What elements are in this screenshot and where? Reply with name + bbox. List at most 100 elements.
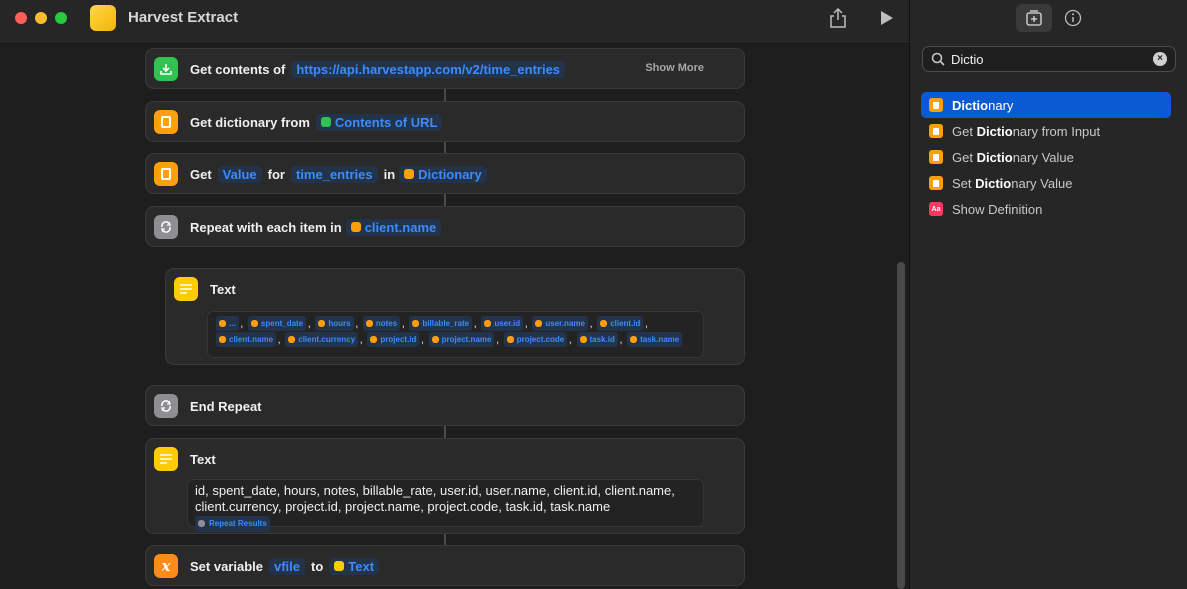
dictionary-icon xyxy=(318,320,326,327)
search-results-list: Dictionary Get Dictionary from Input Get D… xyxy=(921,92,1171,222)
dictionary-icon xyxy=(600,320,608,327)
flow-connector xyxy=(444,88,446,102)
input-variable-token[interactable]: Contents of URL xyxy=(315,113,443,131)
text-action-inside-repeat[interactable]: Text ..., spent_date, hours, notes, billable… xyxy=(165,268,745,365)
variable-chip-label: task.name xyxy=(640,335,680,344)
variable-chip[interactable]: client.name xyxy=(216,332,277,347)
dictionary-icon xyxy=(370,336,378,343)
vertical-scrollbar[interactable] xyxy=(897,262,905,589)
variable-chip-label: project.id xyxy=(380,335,417,344)
repeat-results-label: Repeat Results xyxy=(209,518,267,528)
minimize-window-button[interactable] xyxy=(35,12,47,24)
dictionary-icon xyxy=(154,110,178,134)
share-icon[interactable] xyxy=(829,8,847,28)
variable-chip[interactable]: billable_rate xyxy=(409,316,473,331)
separator: , xyxy=(278,336,281,345)
separator: , xyxy=(360,336,363,345)
action-label: Set variable xyxy=(190,558,263,574)
add-action-icon xyxy=(1026,10,1042,26)
text-line: client.currency, project.id, project.nam… xyxy=(195,499,611,514)
variable-chip[interactable]: task.name xyxy=(627,332,683,347)
search-result-item[interactable]: Get Dictionary Value xyxy=(921,144,1171,170)
search-result-label: Get Dictionary Value xyxy=(952,150,1074,165)
text-content-field[interactable]: id, spent_date, hours, notes, billable_r… xyxy=(187,479,704,532)
dictionary-icon xyxy=(929,124,943,138)
dictionary-icon xyxy=(404,169,415,179)
variable-chip[interactable]: ... xyxy=(216,316,239,331)
variable-chip[interactable]: user.name xyxy=(532,316,588,331)
shortcut-title[interactable]: Harvest Extract xyxy=(128,9,238,26)
dictionary-variable-token[interactable]: Dictionary xyxy=(399,165,487,183)
search-result-item[interactable]: Get Dictionary from Input xyxy=(921,118,1171,144)
dictionary-definition-icon: Aa xyxy=(929,202,943,216)
get-dictionary-value-action[interactable]: Get Value for time_entries in Dictionary xyxy=(145,153,745,194)
variable-value-token[interactable]: Text xyxy=(329,557,380,575)
action-label: Get contents of xyxy=(190,61,286,77)
run-play-icon[interactable] xyxy=(880,10,894,26)
value-type-parameter[interactable]: Value xyxy=(217,165,262,183)
text-action[interactable]: Text id, spent_date, hours, notes, billa… xyxy=(145,438,745,534)
action-label-in: in xyxy=(383,166,396,182)
dictionary-icon xyxy=(412,320,420,327)
result-match-highlight: Dictio xyxy=(976,123,1013,139)
action-label: Text xyxy=(190,451,216,467)
url-parameter[interactable]: https://api.harvestapp.com/v2/time_entri… xyxy=(291,60,566,78)
dictionary-icon xyxy=(535,320,543,327)
close-window-button[interactable] xyxy=(15,12,27,24)
variable-chip-label: task.id xyxy=(589,335,615,344)
variable-chip[interactable]: notes xyxy=(362,316,401,331)
variable-chip[interactable]: spent_date xyxy=(247,316,307,331)
variable-chip-label: ... xyxy=(229,319,236,328)
variable-chip[interactable]: project.code xyxy=(503,332,568,347)
variable-chip-label: project.name xyxy=(441,335,492,344)
variable-chip[interactable]: client.currency xyxy=(285,332,359,347)
search-result-item[interactable]: Set Dictionary Value xyxy=(921,170,1171,196)
clear-search-icon[interactable]: × xyxy=(1153,52,1167,66)
action-library-sidebar: × DictionaryGet Dictionary from InputGet… xyxy=(909,0,1187,589)
variable-name-parameter[interactable]: vfile xyxy=(269,557,306,575)
result-match-highlight: Dictio xyxy=(976,149,1013,165)
repeat-input-token[interactable]: client.name xyxy=(345,218,442,236)
result-prefix: Get xyxy=(952,123,977,139)
zoom-window-button[interactable] xyxy=(55,12,67,24)
variable-chip[interactable]: user.id xyxy=(481,316,524,331)
info-icon xyxy=(1064,9,1082,27)
dictionary-icon xyxy=(350,222,361,232)
search-result-label: Set Dictionary Value xyxy=(952,176,1072,191)
result-rest: Show Definition xyxy=(952,201,1043,217)
details-tab[interactable] xyxy=(1055,4,1091,32)
get-contents-of-url-action[interactable]: Get contents of https://api.harvestapp.c… xyxy=(145,48,745,89)
repeat-with-each-action[interactable]: Repeat with each item in client.name xyxy=(145,206,745,247)
dictionary-icon xyxy=(579,336,587,343)
key-parameter[interactable]: time_entries xyxy=(290,165,378,183)
search-result-item[interactable]: Dictionary xyxy=(921,92,1171,118)
end-repeat-action[interactable]: End Repeat xyxy=(145,385,745,426)
shortcut-icon[interactable] xyxy=(90,5,116,31)
show-more-button[interactable]: Show More xyxy=(645,62,704,74)
action-label: End Repeat xyxy=(190,398,262,414)
input-variable-label: Contents of URL xyxy=(334,114,438,130)
dictionary-icon xyxy=(431,336,439,343)
variable-chip[interactable]: project.name xyxy=(428,332,495,347)
repeat-results-token[interactable]: Repeat Results xyxy=(195,515,270,532)
variable-chip-label: user.name xyxy=(545,319,585,328)
action-search-field[interactable]: × xyxy=(922,46,1176,72)
separator: , xyxy=(355,320,358,329)
separator: , xyxy=(240,320,243,329)
search-input[interactable] xyxy=(951,51,1141,67)
variable-chip[interactable]: task.id xyxy=(576,332,618,347)
result-rest: nary Value xyxy=(1012,149,1074,165)
variable-chip-label: project.code xyxy=(516,335,565,344)
variable-chip[interactable]: hours xyxy=(315,316,354,331)
dictionary-icon xyxy=(630,336,638,343)
search-result-item[interactable]: Aa Show Definition xyxy=(921,196,1171,222)
variable-chip[interactable]: project.id xyxy=(367,332,420,347)
download-icon xyxy=(154,57,178,81)
action-library-tab[interactable] xyxy=(1016,4,1052,32)
action-label: Repeat with each item in xyxy=(190,219,342,235)
set-variable-action[interactable]: x Set variable vfile to Text xyxy=(145,545,745,586)
get-dictionary-from-input-action[interactable]: Get dictionary from Contents of URL xyxy=(145,101,745,142)
variable-chip[interactable]: client.id xyxy=(597,316,644,331)
text-content-field[interactable]: ..., spent_date, hours, notes, billable_rate… xyxy=(207,311,704,358)
search-icon xyxy=(931,52,945,66)
